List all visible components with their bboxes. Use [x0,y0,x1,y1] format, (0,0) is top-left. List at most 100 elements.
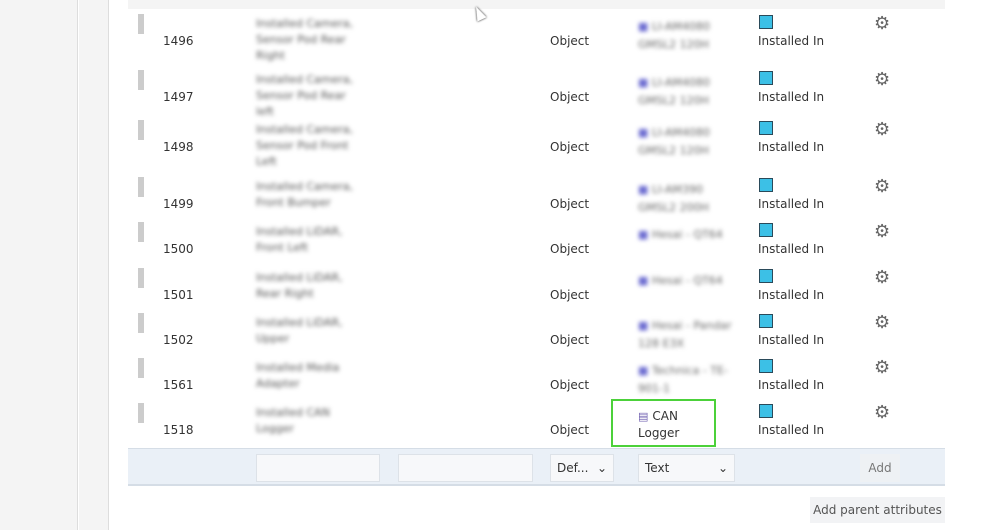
gear-icon[interactable]: ⚙ [874,119,890,140]
row-type: Object [550,90,590,104]
object-icon: ■ [638,126,652,139]
table-row: 1518 Installed CAN Logger Object Install… [128,402,945,447]
relation-color-swatch [759,269,773,283]
relation-color-swatch [759,223,773,237]
gear-icon[interactable]: ⚙ [874,357,890,378]
relation-color-swatch [759,359,773,373]
drag-handle-icon[interactable] [138,14,144,34]
relation-label: Installed In [758,378,825,392]
relation-color-swatch [759,178,773,192]
row-id: 1497 [163,90,194,104]
datatype-select[interactable]: Text ⌄ [638,454,735,482]
row-id: 1501 [163,288,194,302]
gear-icon[interactable]: ⚙ [874,267,890,288]
row-id: 1496 [163,34,194,48]
add-attribute-row: Def... ⌄ Text ⌄ Add [128,448,945,486]
object-icon: ■ [638,183,652,196]
gear-icon[interactable]: ⚙ [874,402,890,423]
row-name: Installed LiDAR, Upper [256,316,343,345]
table-row: 1497 Installed Camera, Sensor Pod Rear l… [128,69,945,118]
relation-label: Installed In [758,333,825,347]
relation-label: Installed In [758,34,825,48]
gear-icon[interactable]: ⚙ [874,13,890,34]
drag-handle-icon[interactable] [138,177,144,197]
row-relation[interactable]: ■ LI-AM4080 GMSL2 120H [638,124,733,160]
row-type: Object [550,242,590,256]
object-icon: ■ [638,76,652,89]
relation-label: Installed In [758,140,825,154]
relation-color-swatch [759,314,773,328]
drag-handle-icon[interactable] [138,358,144,378]
row-type: Object [550,288,590,302]
table-row: 1500 Installed LiDAR, Front Left Object … [128,221,945,266]
row-relation[interactable]: ■ Hesai - Pandar 128 E3X [638,317,733,353]
row-name: Installed Camera, Front Bumper [256,180,354,209]
table-row: 1499 Installed Camera, Front Bumper Obje… [128,176,945,221]
relation-color-swatch [759,71,773,85]
left-panel [0,0,78,530]
drag-handle-icon[interactable] [138,120,144,140]
row-type: Object [550,378,590,392]
row-id: 1499 [163,197,194,211]
table-row: 1498 Installed Camera, Sensor Pod Front … [128,119,945,168]
row-type: Object [550,333,590,347]
table-row: 1502 Installed LiDAR, Upper Object ■ Hes… [128,312,945,357]
highlighted-relation-can-logger[interactable]: ▤ CAN Logger [611,399,716,447]
row-relation[interactable]: ■ LI-AM4080 GMSL2 120H [638,74,733,110]
gear-icon[interactable]: ⚙ [874,69,890,90]
relation-color-swatch [759,15,773,29]
row-name: Installed LiDAR, Rear Right [256,271,343,300]
object-icon: ■ [638,228,652,241]
gear-icon[interactable]: ⚙ [874,176,890,197]
type-select[interactable]: Def... ⌄ [550,454,614,482]
drag-handle-icon[interactable] [138,403,144,423]
row-id: 1500 [163,242,194,256]
chevron-down-icon: ⌄ [717,461,728,475]
row-name: Installed Media Adapter [256,361,340,390]
row-relation[interactable]: ■ Hesai - QT64 [638,272,733,290]
relation-label: Installed In [758,288,825,302]
table-header-strip [128,0,945,9]
gear-icon[interactable]: ⚙ [874,312,890,333]
row-id: 1502 [163,333,194,347]
row-name: Installed Camera, Sensor Pod Rear left [256,73,354,118]
row-id: 1498 [163,140,194,154]
row-relation[interactable]: ■ Technica - TE-901-1 [638,362,733,398]
add-button[interactable]: Add [860,454,900,482]
row-type: Object [550,197,590,211]
drag-handle-icon[interactable] [138,70,144,90]
drag-handle-icon[interactable] [138,313,144,333]
relation-label: Installed In [758,242,825,256]
gear-icon[interactable]: ⚙ [874,221,890,242]
row-relation[interactable]: ■ LI-AM390 GMSL2 200H [638,181,733,217]
row-name: Installed LiDAR, Front Left [256,225,343,254]
row-relation[interactable]: ■ Hesai - QT64 [638,226,733,244]
relation-color-swatch [759,404,773,418]
row-id: 1561 [163,378,194,392]
row-name: Installed CAN Logger [256,406,330,435]
relation-label: Installed In [758,90,825,104]
add-parent-attributes-button[interactable]: Add parent attributes [810,497,945,523]
object-icon: ■ [638,319,652,332]
left-gutter [79,0,109,530]
drag-handle-icon[interactable] [138,268,144,288]
new-id-input[interactable] [256,454,380,482]
object-icon: ■ [638,274,652,287]
table-row: 1496 Installed Camera, Sensor Pod Rear R… [128,13,945,62]
chevron-down-icon: ⌄ [596,461,607,475]
row-type: Object [550,34,590,48]
relation-label: Installed In [758,197,825,211]
new-name-input[interactable] [398,454,533,482]
object-icon: ■ [638,20,652,33]
table-row: 1561 Installed Media Adapter Object ■ Te… [128,357,945,402]
relation-label: Installed In [758,423,825,437]
row-name: Installed Camera, Sensor Pod Rear Right [256,17,354,62]
object-icon: ■ [638,364,652,377]
row-type: Object [550,140,590,154]
row-relation[interactable]: ■ LI-AM4080 GMSL2 120H [638,18,733,54]
row-name: Installed Camera, Sensor Pod Front Left [256,123,354,168]
table-row: 1501 Installed LiDAR, Rear Right Object … [128,267,945,312]
row-id: 1518 [163,423,194,437]
object-type-icon: ▤ [638,410,649,423]
drag-handle-icon[interactable] [138,222,144,242]
